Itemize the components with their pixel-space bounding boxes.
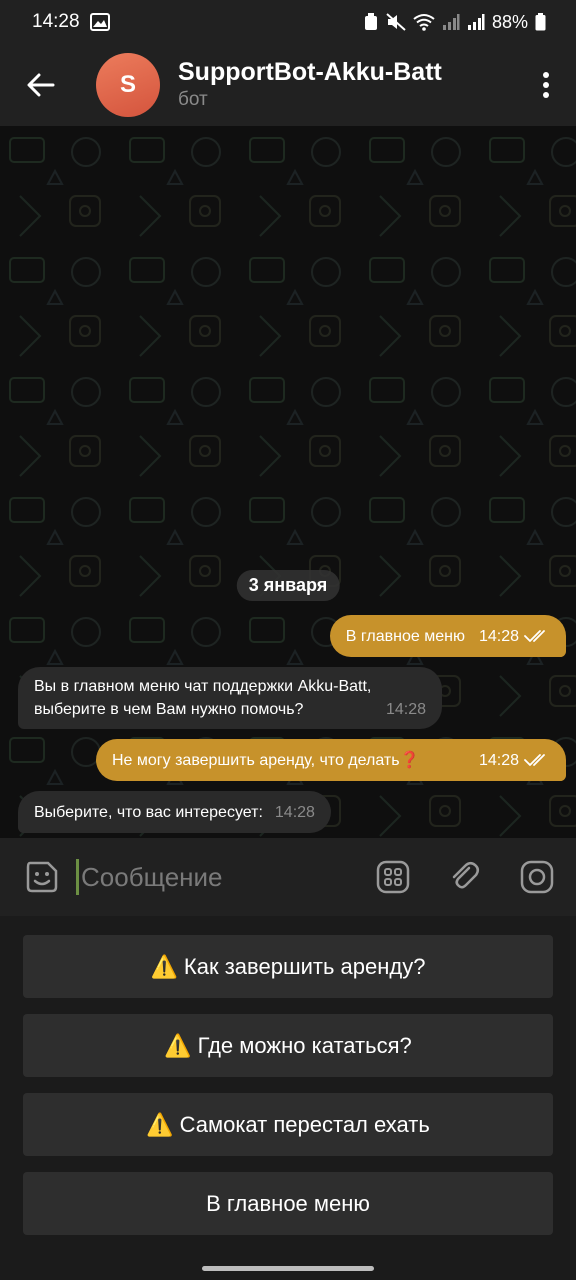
text-cursor: [76, 859, 79, 895]
message-bubble-incoming[interactable]: Выберите, что вас интересует: 14:28: [18, 791, 331, 833]
warning-icon: ⚠️: [150, 953, 178, 979]
message-bubble-incoming[interactable]: Вы в главном меню чат поддержки Akku-Bat…: [18, 667, 442, 729]
reply-button-label: Самокат перестал ехать: [179, 1111, 430, 1137]
message-text: В главное меню: [345, 627, 465, 645]
attach-button[interactable]: [445, 857, 485, 897]
status-time: 14:28: [32, 11, 80, 32]
message-input-bar: [0, 838, 576, 916]
gallery-notification-icon: [89, 13, 110, 31]
message-time: 14:28: [274, 803, 315, 821]
chat-title: SupportBot-Akku-Batt: [178, 58, 442, 86]
chat-wallpaper-pattern: [0, 126, 576, 838]
warning-icon: ⚠️: [146, 1111, 174, 1137]
chat-subtitle: бот: [178, 89, 208, 110]
message-time: 14:28: [478, 627, 519, 645]
bot-keyboard-button[interactable]: [373, 857, 413, 897]
avatar[interactable]: S: [96, 53, 160, 117]
battery-icon: [535, 13, 546, 31]
keyboard-grid-icon: [376, 860, 410, 894]
arrow-left-icon: [27, 73, 55, 97]
more-vertical-icon: [543, 72, 549, 98]
reply-button-finish-rental[interactable]: ⚠️ Как завершить аренду?: [23, 935, 553, 998]
chat-title-block[interactable]: SupportBot-Akku-Batt бот: [178, 57, 516, 113]
message-time: 14:28: [385, 701, 426, 718]
message-bubble-outgoing[interactable]: Не могу завершить аренду, что делать❓ 14…: [96, 739, 566, 781]
reply-button-label: В главное меню: [206, 1190, 370, 1216]
paperclip-icon: [452, 862, 479, 889]
battery-saver-icon: [364, 13, 377, 30]
battery-percent: 88%: [491, 11, 528, 32]
chat-header: S SupportBot-Akku-Batt бот: [0, 44, 576, 126]
message-bubble-outgoing[interactable]: В главное меню 14:28: [329, 615, 566, 657]
mute-icon: [386, 13, 406, 31]
reply-button-label: Как завершить аренду?: [183, 953, 426, 979]
bot-reply-keyboard: ⚠️ Как завершить аренду? ⚠️ Где можно ка…: [0, 916, 576, 1258]
message-input[interactable]: [81, 861, 351, 893]
signal-icon: [467, 14, 485, 30]
message-time: 14:28: [478, 751, 519, 769]
message-text: Выберите, что вас интересует:: [34, 803, 263, 821]
more-options-button[interactable]: [516, 44, 576, 126]
home-gesture-handle[interactable]: [202, 1266, 374, 1271]
reply-button-scooter-stopped[interactable]: ⚠️ Самокат перестал ехать: [23, 1093, 553, 1156]
message-text: Вы в главном меню чат поддержки Akku-Bat…: [34, 678, 372, 718]
date-separator: 3 января: [236, 570, 340, 601]
reply-button-main-menu[interactable]: В главное меню: [23, 1172, 553, 1235]
double-check-icon: [524, 630, 545, 642]
camera-icon: [520, 860, 554, 894]
sticker-button[interactable]: [22, 857, 62, 897]
sticker-icon: [26, 861, 58, 893]
camera-button[interactable]: [517, 857, 557, 897]
warning-icon: ⚠️: [164, 1032, 192, 1058]
reply-button-label: Где можно кататься?: [197, 1032, 412, 1058]
double-check-icon: [524, 754, 545, 766]
chat-area[interactable]: 3 января В главное меню 14:28 Вы в главн…: [0, 126, 576, 838]
back-button[interactable]: [0, 44, 82, 126]
reply-button-where-to-ride[interactable]: ⚠️ Где можно кататься?: [23, 1014, 553, 1077]
status-bar: 14:28 88%: [0, 0, 576, 44]
message-text: Не могу завершить аренду, что делать❓: [112, 751, 420, 769]
signal-icon: [442, 14, 460, 30]
wifi-icon: [413, 14, 435, 31]
system-nav-bar: [0, 1258, 576, 1280]
